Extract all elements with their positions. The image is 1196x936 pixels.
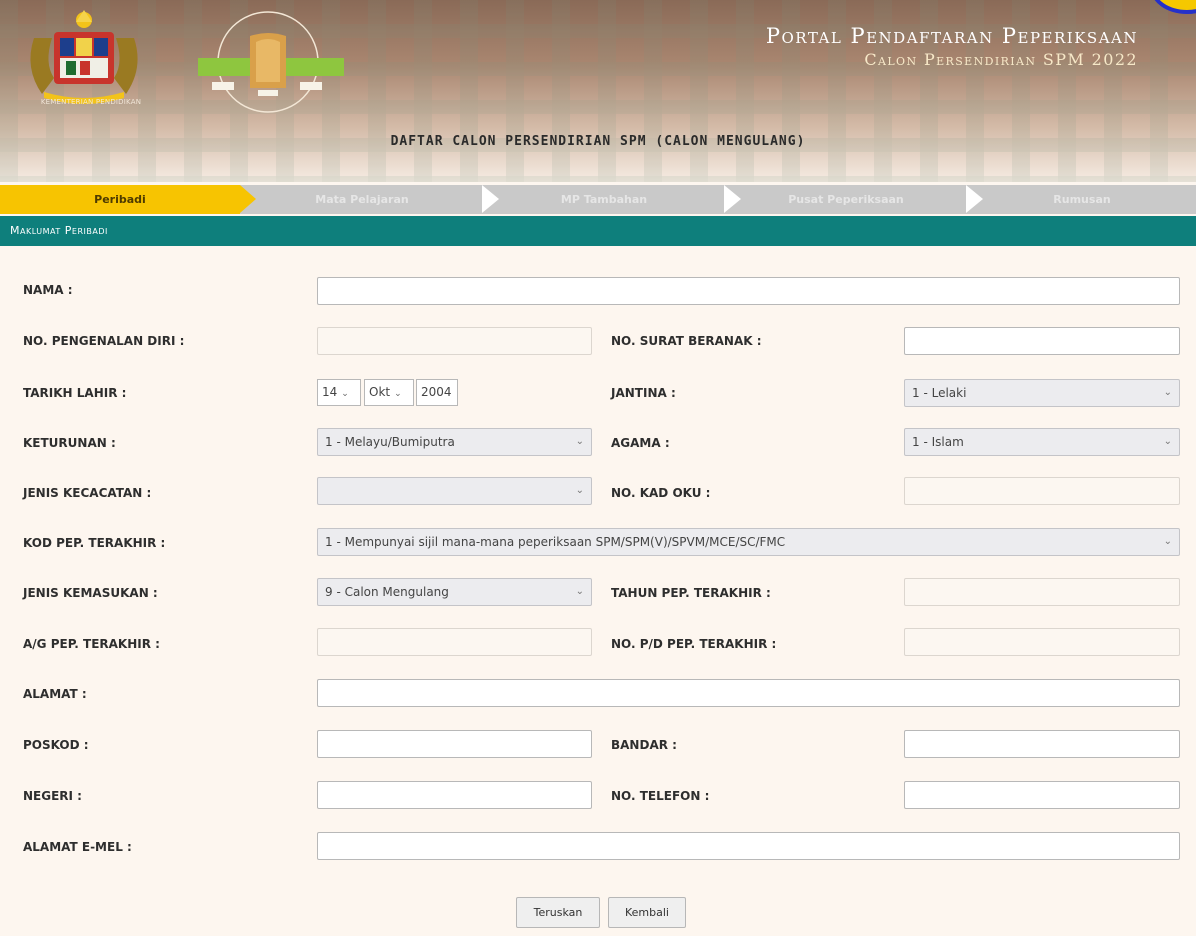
label-no-surat-beranak: NO. SURAT BERANAK : — [611, 334, 762, 348]
jenis-kemasukan-value: 9 - Calon Mengulang — [325, 585, 449, 599]
portal-title: Portal Pendaftaran Peperiksaan — [765, 24, 1138, 48]
dob-day-value: 14 — [322, 385, 338, 399]
label-tahun-pep-terakhir: TAHUN PEP. TERAKHIR : — [611, 586, 771, 600]
label-tarikh-lahir: TARIKH LAHIR : — [23, 386, 127, 400]
nama-input[interactable] — [317, 277, 1180, 305]
jenis-kecacatan-select[interactable]: ⌄ — [317, 477, 592, 505]
label-negeri: NEGERI : — [23, 789, 82, 803]
label-alamat-emel: ALAMAT E-MEL : — [23, 840, 132, 854]
label-poskod: POSKOD : — [23, 738, 89, 752]
lembaga-peperiksaan-logo-icon — [198, 11, 344, 113]
portal-subtitle: Calon Persendirian SPM 2022 — [864, 50, 1138, 69]
no-pengenalan-input[interactable] — [317, 327, 592, 355]
no-surat-beranak-input[interactable] — [904, 327, 1180, 355]
wizard-steps: Peribadi Mata Pelajaran MP Tambahan Pusa… — [0, 185, 1196, 214]
portal-title-block: Portal Pendaftaran Peperiksaan Calon Per… — [766, 24, 1138, 69]
poskod-input[interactable] — [317, 730, 592, 758]
jantina-value: 1 - Lelaki — [912, 386, 967, 400]
jantina-select[interactable]: 1 - Lelaki ⌄ — [904, 379, 1180, 407]
step-mata-pelajaran[interactable]: Mata Pelajaran — [242, 185, 482, 214]
crest-caption: KEMENTERIAN PENDIDIKAN — [40, 98, 142, 106]
chevron-down-icon: ⌄ — [1163, 536, 1172, 547]
label-jenis-kemasukan: JENIS KEMASUKAN : — [23, 586, 158, 600]
page-header: KEMENTERIAN PENDIDIKAN Portal Pendaftara… — [0, 0, 1196, 182]
step-label: Mata Pelajaran — [315, 193, 409, 206]
no-kad-oku-input[interactable] — [904, 477, 1180, 505]
kod-pep-terakhir-select[interactable]: 1 - Mempunyai sijil mana-mana peperiksaa… — [317, 528, 1180, 556]
label-no-pengenalan: NO. PENGENALAN DIRI : — [23, 334, 185, 348]
section-title: Maklumat Peribadi — [0, 216, 1196, 246]
bandar-input[interactable] — [904, 730, 1180, 758]
label-agama: AGAMA : — [611, 436, 670, 450]
step-rumusan[interactable]: Rumusan — [968, 185, 1196, 214]
dob-month-value: Okt — [369, 385, 391, 399]
keturunan-select[interactable]: 1 - Melayu/Bumiputra ⌄ — [317, 428, 592, 456]
alamat-emel-input[interactable] — [317, 832, 1180, 860]
teruskan-button[interactable]: Teruskan — [516, 897, 600, 928]
chevron-down-icon: ⌄ — [394, 389, 402, 399]
step-label: Rumusan — [1053, 193, 1111, 206]
chevron-down-icon: ⌄ — [575, 485, 584, 496]
no-telefon-input[interactable] — [904, 781, 1180, 809]
chevron-down-icon: ⌄ — [575, 436, 584, 447]
no-pd-pep-terakhir-input[interactable] — [904, 628, 1180, 656]
negeri-input[interactable] — [317, 781, 592, 809]
dob-day-select[interactable]: 14 ⌄ — [317, 379, 361, 406]
step-pusat-peperiksaan[interactable]: Pusat Peperiksaan — [726, 185, 966, 214]
label-jenis-kecacatan: JENIS KECACATAN : — [23, 486, 152, 500]
label-no-pd-pep-terakhir: NO. P/D PEP. TERAKHIR : — [611, 637, 777, 651]
step-label: Peribadi — [94, 193, 146, 206]
kembali-button[interactable]: Kembali — [608, 897, 686, 928]
agama-select[interactable]: 1 - Islam ⌄ — [904, 428, 1180, 456]
ag-pep-terakhir-input[interactable] — [317, 628, 592, 656]
step-label: MP Tambahan — [560, 193, 648, 206]
jenis-kemasukan-select[interactable]: 9 - Calon Mengulang ⌄ — [317, 578, 592, 606]
keturunan-value: 1 - Melayu/Bumiputra — [325, 435, 455, 449]
label-no-telefon: NO. TELEFON : — [611, 789, 710, 803]
label-no-kad-oku: NO. KAD OKU : — [611, 486, 711, 500]
label-bandar: BANDAR : — [611, 738, 677, 752]
label-keturunan: KETURUNAN : — [23, 436, 116, 450]
dob-year-input[interactable]: 2004 — [416, 379, 458, 406]
step-peribadi[interactable]: Peribadi — [0, 185, 256, 214]
chevron-down-icon: ⌄ — [575, 586, 584, 597]
label-ag-pep-terakhir: A/G PEP. TERAKHIR : — [23, 637, 160, 651]
label-alamat: ALAMAT : — [23, 687, 87, 701]
chevron-down-icon: ⌄ — [1163, 436, 1172, 447]
kod-pep-terakhir-value: 1 - Mempunyai sijil mana-mana peperiksaa… — [325, 535, 786, 549]
step-label: Pusat Peperiksaan — [788, 193, 904, 206]
chevron-down-icon: ⌄ — [341, 389, 349, 399]
label-jantina: JANTINA : — [611, 386, 676, 400]
dob-month-select[interactable]: Okt ⌄ — [364, 379, 414, 406]
agama-value: 1 - Islam — [912, 435, 964, 449]
alamat-input[interactable] — [317, 679, 1180, 707]
chevron-down-icon: ⌄ — [1163, 387, 1172, 398]
page-title: DAFTAR CALON PERSENDIRIAN SPM (CALON MEN… — [390, 134, 806, 149]
step-mp-tambahan[interactable]: MP Tambahan — [484, 185, 724, 214]
label-nama: NAMA : — [23, 283, 73, 297]
tahun-pep-terakhir-input[interactable] — [904, 578, 1180, 606]
label-kod-pep-terakhir: KOD PEP. TERAKHIR : — [23, 536, 166, 550]
